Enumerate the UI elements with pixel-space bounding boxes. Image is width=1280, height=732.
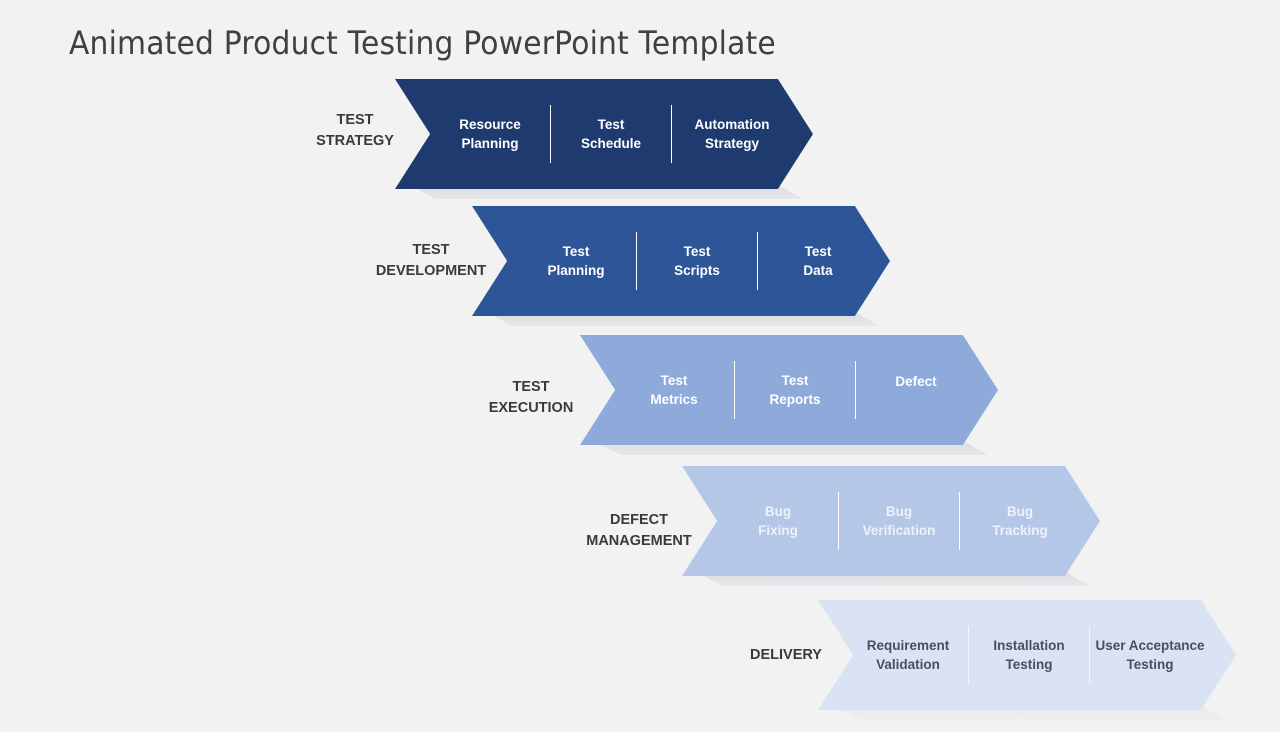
stage-items: Resource Planning Test Schedule Automati…	[430, 79, 792, 189]
stage-chevron-test-execution: Test Metrics Test Reports Defect	[580, 335, 998, 455]
stage-items: Requirement Validation Installation Test…	[848, 600, 1210, 710]
stage-chevron-test-strategy: Resource Planning Test Schedule Automati…	[395, 79, 813, 199]
stage-item: Bug Verification	[862, 504, 936, 538]
stage-item: Installation Testing	[993, 638, 1065, 672]
stage-item: Test Planning	[547, 244, 605, 278]
stage-item: Test Reports	[769, 373, 821, 407]
stage-item: Test Metrics	[650, 373, 698, 407]
stage-chevron-defect-management: Bug Fixing Bug Verification Bug Tracking	[682, 466, 1100, 586]
slide-title: Animated Product Testing PowerPoint Temp…	[69, 24, 776, 62]
stage-item: Test Schedule	[580, 117, 642, 151]
stage-items: Bug Fixing Bug Verification Bug Tracking	[718, 466, 1080, 576]
stage-label-test-strategy: TEST STRATEGY	[316, 112, 394, 149]
stage-chevron-delivery: Requirement Validation Installation Test…	[818, 600, 1236, 720]
stage-item: Test Scripts	[674, 244, 720, 278]
stage-chevron-test-development: Test Planning Test Scripts Test Data	[472, 206, 890, 326]
stage-item: Bug Fixing	[758, 504, 798, 538]
stage-item: Test Data	[803, 244, 833, 278]
stage-item: Resource Planning	[459, 117, 521, 151]
stage-item: User Acceptance Testing	[1095, 638, 1205, 672]
stage-item: Defect	[895, 373, 937, 389]
stage-item: Bug Tracking	[992, 504, 1048, 538]
stage-items: Test Metrics Test Reports Defect	[614, 335, 976, 445]
stage-label-test-execution: TEST EXECUTION	[488, 379, 574, 416]
stage-item: Automation Strategy	[694, 117, 770, 151]
stage-item: Requirement Validation	[866, 638, 950, 672]
stage-items: Test Planning Test Scripts Test Data	[516, 206, 878, 316]
